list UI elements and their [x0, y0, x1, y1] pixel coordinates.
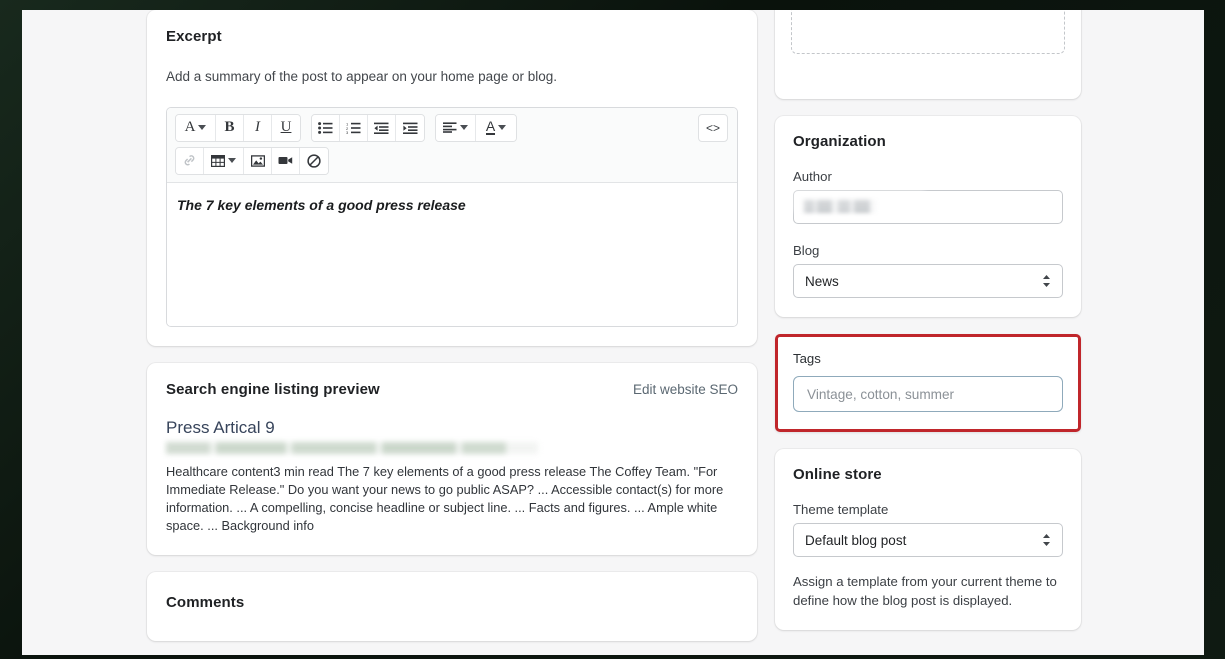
video-icon	[278, 157, 293, 165]
online-store-title: Online store	[793, 466, 882, 483]
image-button[interactable]	[244, 147, 272, 174]
excerpt-editor-body[interactable]: The 7 key elements of a good press relea…	[167, 182, 737, 326]
excerpt-editor-content: The 7 key elements of a good press relea…	[177, 196, 466, 213]
italic-label: I	[255, 119, 260, 136]
svg-text:3: 3	[346, 130, 349, 134]
seo-result-url-blurred	[166, 441, 538, 454]
theme-template-label: Theme template	[793, 502, 889, 517]
image-dropzone[interactable]	[791, 10, 1065, 54]
font-style-button[interactable]: A	[176, 114, 216, 141]
chevron-updown-icon	[1043, 534, 1050, 546]
tags-input[interactable]: Vintage, cotton, summer	[793, 376, 1063, 412]
numbered-list-icon: 1 2 3	[346, 122, 361, 134]
author-input[interactable]	[793, 190, 1063, 224]
editor-toolbar: A B I U 1 2 3 A <>	[167, 107, 737, 183]
select-stepper-icon	[1042, 533, 1051, 547]
seo-preview-card: Search engine listing preview Edit websi…	[147, 362, 757, 555]
tags-label: Tags	[793, 351, 821, 366]
text-color-label: A	[485, 118, 496, 136]
align-button[interactable]	[436, 114, 476, 141]
toolbar-group-align-color: A	[435, 113, 517, 142]
indent-button[interactable]	[396, 114, 424, 141]
chevron-down-icon	[498, 125, 507, 131]
numbered-list-button[interactable]: 1 2 3	[340, 114, 368, 141]
toolbar-group-text: A B I U	[175, 113, 301, 142]
comments-card: Comments	[147, 571, 757, 641]
code-view-label: <>	[705, 120, 720, 135]
edit-website-seo-link[interactable]: Edit website SEO	[633, 382, 738, 397]
tags-card-highlighted: Tags Vintage, cotton, summer	[775, 334, 1081, 432]
select-stepper-icon	[1042, 274, 1051, 288]
indent-icon	[402, 122, 417, 134]
bold-button[interactable]: B	[216, 114, 244, 141]
featured-image-card	[775, 10, 1081, 99]
toolbar-group-lists: 1 2 3	[311, 113, 425, 142]
toolbar-group-insert	[175, 146, 329, 175]
seo-result-description: Healthcare content3 min read The 7 key e…	[166, 463, 724, 534]
main-column: Excerpt Add a summary of the post to app…	[147, 10, 757, 655]
tags-card-inner: Tags Vintage, cotton, summer	[778, 337, 1078, 429]
seo-title: Search engine listing preview	[166, 380, 380, 398]
app-viewport: Excerpt Add a summary of the post to app…	[22, 10, 1204, 655]
blog-label: Blog	[793, 243, 820, 258]
theme-template-value: Default blog post	[805, 532, 907, 548]
organization-card: Organization Author Blog News	[775, 116, 1081, 317]
clear-formatting-button[interactable]	[300, 147, 328, 174]
outdent-icon	[374, 122, 389, 134]
code-view-button[interactable]: <>	[698, 113, 728, 142]
online-store-card: Online store Theme template Default blog…	[775, 449, 1081, 630]
underline-label: U	[280, 119, 292, 136]
link-icon	[184, 155, 195, 166]
screenshot-frame: Excerpt Add a summary of the post to app…	[0, 0, 1225, 659]
seo-header: Search engine listing preview Edit websi…	[166, 381, 738, 398]
align-left-icon	[443, 122, 457, 133]
tags-placeholder: Vintage, cotton, summer	[807, 386, 955, 402]
organization-title: Organization	[793, 133, 886, 150]
seo-result-title: Press Artical 9	[166, 417, 275, 437]
italic-button[interactable]: I	[244, 114, 272, 141]
table-button[interactable]	[204, 147, 244, 174]
author-highlight-overlay	[793, 190, 925, 212]
no-formatting-icon	[307, 153, 321, 168]
blog-selected-value: News	[805, 273, 839, 289]
author-label: Author	[793, 169, 832, 184]
chevron-updown-icon	[1043, 275, 1050, 287]
sidebar-column: Organization Author Blog News Tags Vinta…	[775, 10, 1081, 647]
bulleted-list-button[interactable]	[312, 114, 340, 141]
comments-title: Comments	[166, 593, 245, 611]
bold-label: B	[224, 119, 235, 136]
theme-template-select[interactable]: Default blog post	[793, 523, 1063, 557]
chevron-down-icon	[460, 125, 468, 131]
excerpt-rich-text-editor: A B I U 1 2 3 A <> The 7 key elements of…	[166, 106, 738, 327]
video-button[interactable]	[272, 147, 300, 174]
toolbar-row-1: A B I U 1 2 3 A	[175, 113, 729, 142]
bulleted-list-icon	[318, 121, 333, 134]
toolbar-row-2	[175, 146, 729, 175]
excerpt-helper-text: Add a summary of the post to appear on y…	[166, 69, 557, 84]
theme-template-help: Assign a template from your current them…	[793, 574, 1057, 609]
image-icon	[250, 154, 265, 167]
underline-button[interactable]: U	[272, 114, 300, 141]
outdent-button[interactable]	[368, 114, 396, 141]
table-icon	[211, 154, 225, 167]
font-style-label: A	[184, 119, 196, 136]
link-button[interactable]	[176, 147, 204, 174]
excerpt-title: Excerpt	[166, 28, 222, 45]
blog-select[interactable]: News	[793, 264, 1063, 298]
excerpt-card: Excerpt Add a summary of the post to app…	[147, 10, 757, 346]
chevron-down-icon	[228, 158, 236, 164]
text-color-button[interactable]: A	[476, 114, 516, 141]
chevron-down-icon	[198, 125, 207, 131]
